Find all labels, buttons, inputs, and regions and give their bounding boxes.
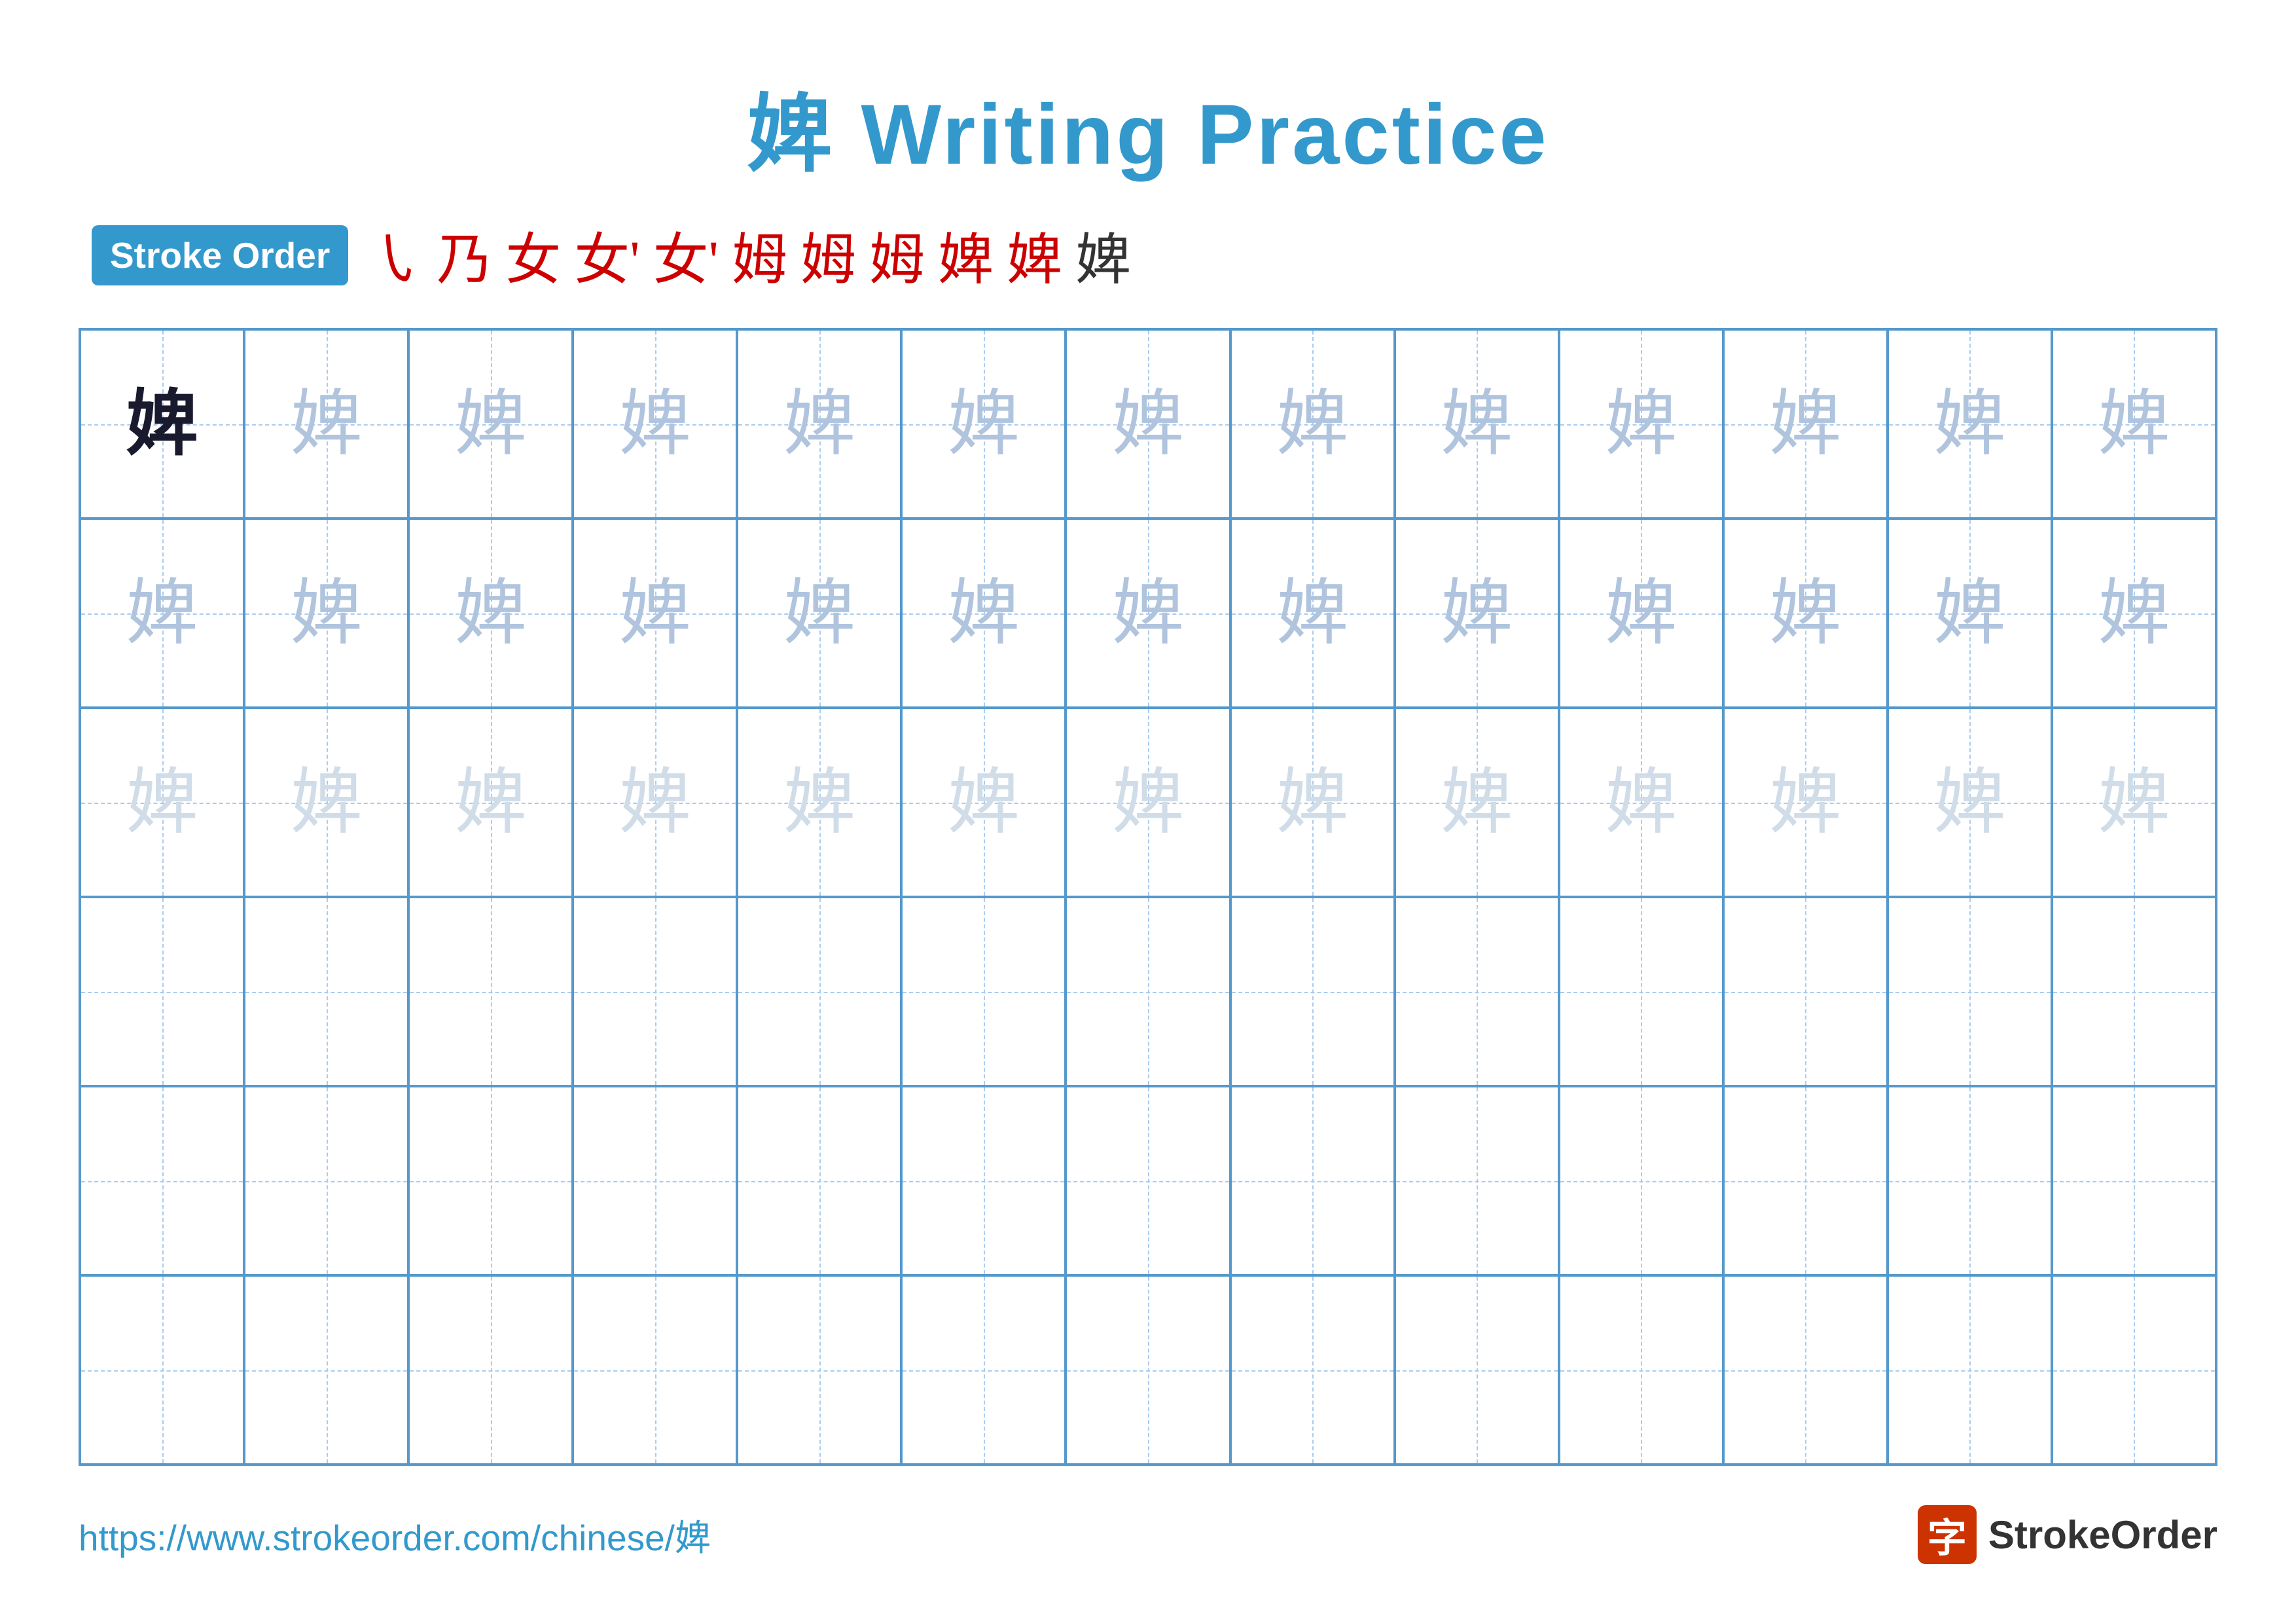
- grid-cell[interactable]: 婢: [901, 897, 1066, 1086]
- grid-cell[interactable]: 婢: [1723, 1275, 1888, 1465]
- grid-cell[interactable]: 婢: [573, 519, 737, 708]
- stroke-order-badge: Stroke Order: [92, 225, 348, 285]
- grid-cell[interactable]: 婢: [80, 897, 244, 1086]
- grid-cell[interactable]: 婢: [1559, 708, 1723, 897]
- grid-cell[interactable]: 婢: [901, 329, 1066, 519]
- grid-cell[interactable]: 婢: [1066, 1086, 1230, 1275]
- grid-cell[interactable]: 婢: [1559, 519, 1723, 708]
- grid-cell[interactable]: 婢: [901, 1275, 1066, 1465]
- grid-cell[interactable]: 婢: [1066, 897, 1230, 1086]
- grid-cell[interactable]: 婢: [1888, 1086, 2052, 1275]
- grid-cell[interactable]: 婢: [408, 1275, 573, 1465]
- grid-cell[interactable]: 婢: [1230, 519, 1395, 708]
- page: 婢 Writing Practice Stroke Order ㇂ 乃 女 女'…: [0, 0, 2296, 1623]
- grid-cell[interactable]: 婢: [573, 1086, 737, 1275]
- practice-grid: 婢婢婢婢婢婢婢婢婢婢婢婢婢婢婢婢婢婢婢婢婢婢婢婢婢婢婢婢婢婢婢婢婢婢婢婢婢婢婢婢…: [79, 328, 2217, 1466]
- grid-cell[interactable]: 婢: [737, 708, 901, 897]
- grid-cell[interactable]: 婢: [1230, 897, 1395, 1086]
- grid-cell[interactable]: 婢: [737, 519, 901, 708]
- grid-cell[interactable]: 婢: [1723, 897, 1888, 1086]
- footer-url: https://www.strokeorder.com/chinese/婢: [79, 1508, 711, 1561]
- grid-cell[interactable]: 婢: [1230, 1275, 1395, 1465]
- stroke-order-row: Stroke Order ㇂ 乃 女 女' 女' 姆 姆 姆 婢 婢 婢: [92, 215, 2217, 295]
- grid-cell[interactable]: 婢: [244, 897, 408, 1086]
- grid-cell[interactable]: 婢: [1066, 519, 1230, 708]
- grid-cell[interactable]: 婢: [1723, 708, 1888, 897]
- grid-cell[interactable]: 婢: [901, 519, 1066, 708]
- grid-cell[interactable]: 婢: [408, 897, 573, 1086]
- grid-cell[interactable]: 婢: [1723, 519, 1888, 708]
- stroke-steps: ㇂ 乃 女 女' 女' 姆 姆 姆 婢 婢 婢: [368, 215, 1131, 295]
- grid-cell[interactable]: 婢: [737, 1086, 901, 1275]
- grid-cell[interactable]: 婢: [80, 329, 244, 519]
- grid-cell[interactable]: 婢: [1559, 897, 1723, 1086]
- grid-cell[interactable]: 婢: [1888, 329, 2052, 519]
- grid-cell[interactable]: 婢: [1230, 329, 1395, 519]
- grid-cell[interactable]: 婢: [1723, 329, 1888, 519]
- page-title: 婢 Writing Practice: [79, 65, 2217, 189]
- grid-cell[interactable]: 婢: [573, 897, 737, 1086]
- grid-cell[interactable]: 婢: [1066, 708, 1230, 897]
- grid-cell[interactable]: 婢: [1888, 519, 2052, 708]
- grid-cell[interactable]: 婢: [1723, 1086, 1888, 1275]
- grid-cell[interactable]: 婢: [737, 329, 901, 519]
- grid-cell[interactable]: 婢: [2052, 329, 2216, 519]
- grid-cell[interactable]: 婢: [2052, 1086, 2216, 1275]
- grid-cell[interactable]: 婢: [737, 1275, 901, 1465]
- grid-cell[interactable]: 婢: [2052, 1275, 2216, 1465]
- grid-cell[interactable]: 婢: [244, 708, 408, 897]
- grid-cell[interactable]: 婢: [1395, 897, 1559, 1086]
- grid-cell[interactable]: 婢: [80, 1275, 244, 1465]
- grid-cell[interactable]: 婢: [901, 708, 1066, 897]
- grid-cell[interactable]: 婢: [1395, 329, 1559, 519]
- logo-icon: 字: [1918, 1505, 1977, 1564]
- grid-cell[interactable]: 婢: [408, 519, 573, 708]
- grid-cell[interactable]: 婢: [1888, 708, 2052, 897]
- grid-cell[interactable]: 婢: [2052, 519, 2216, 708]
- grid-cell[interactable]: 婢: [244, 519, 408, 708]
- grid-cell[interactable]: 婢: [1066, 1275, 1230, 1465]
- footer-logo: 字 StrokeOrder: [1918, 1505, 2217, 1564]
- grid-cell[interactable]: 婢: [244, 1275, 408, 1465]
- grid-cell[interactable]: 婢: [1230, 1086, 1395, 1275]
- grid-cell[interactable]: 婢: [1888, 897, 2052, 1086]
- logo-text: StrokeOrder: [1988, 1512, 2217, 1558]
- footer: https://www.strokeorder.com/chinese/婢 字 …: [79, 1492, 2217, 1571]
- grid-cell[interactable]: 婢: [408, 1086, 573, 1275]
- grid-cell[interactable]: 婢: [408, 708, 573, 897]
- grid-cell[interactable]: 婢: [1559, 1275, 1723, 1465]
- grid-cell[interactable]: 婢: [1395, 1086, 1559, 1275]
- grid-cell[interactable]: 婢: [244, 329, 408, 519]
- grid-cell[interactable]: 婢: [408, 329, 573, 519]
- grid-cell[interactable]: 婢: [80, 1086, 244, 1275]
- grid-cell[interactable]: 婢: [1559, 329, 1723, 519]
- grid-cell[interactable]: 婢: [1559, 1086, 1723, 1275]
- grid-cell[interactable]: 婢: [1888, 1275, 2052, 1465]
- grid-cell[interactable]: 婢: [1230, 708, 1395, 897]
- grid-cell[interactable]: 婢: [1395, 708, 1559, 897]
- grid-cell[interactable]: 婢: [573, 329, 737, 519]
- grid-cell[interactable]: 婢: [1395, 1275, 1559, 1465]
- grid-cell[interactable]: 婢: [1395, 519, 1559, 708]
- grid-cell[interactable]: 婢: [573, 1275, 737, 1465]
- grid-cell[interactable]: 婢: [737, 897, 901, 1086]
- grid-cell[interactable]: 婢: [80, 519, 244, 708]
- grid-cell[interactable]: 婢: [244, 1086, 408, 1275]
- grid-cell[interactable]: 婢: [80, 708, 244, 897]
- grid-cell[interactable]: 婢: [2052, 708, 2216, 897]
- grid-cell[interactable]: 婢: [1066, 329, 1230, 519]
- grid-cell[interactable]: 婢: [573, 708, 737, 897]
- grid-cell[interactable]: 婢: [901, 1086, 1066, 1275]
- grid-cell[interactable]: 婢: [2052, 897, 2216, 1086]
